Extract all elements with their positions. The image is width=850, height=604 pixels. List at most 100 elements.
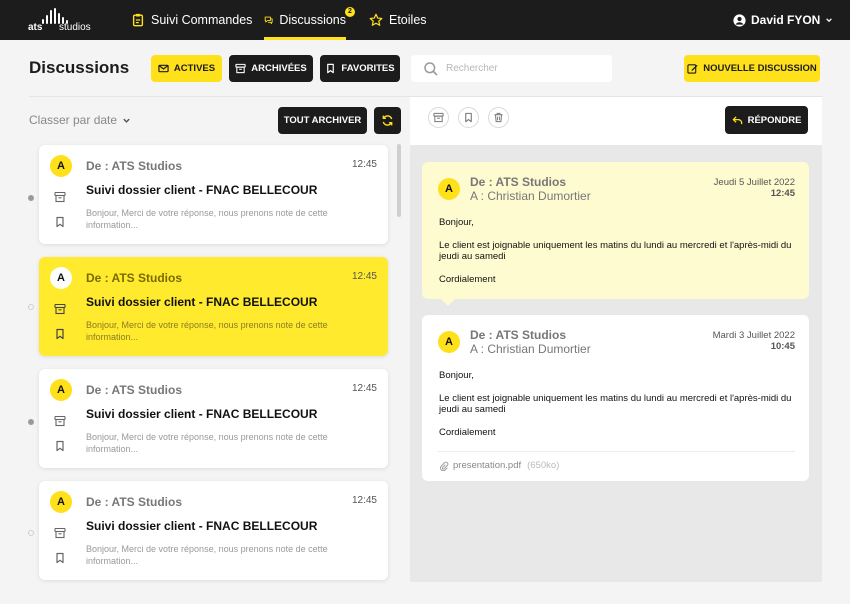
- ats-studios-logo[interactable]: ats studios: [28, 8, 98, 34]
- read-indicator: [28, 530, 34, 536]
- active-nav-indicator: [264, 37, 346, 40]
- logo-text-bold: ats: [28, 22, 43, 33]
- list-scrollbar[interactable]: [397, 144, 401, 217]
- message-from: De : ATS Studios: [470, 328, 566, 342]
- attachment-divider: [438, 451, 795, 452]
- list-item-time: 12:45: [351, 495, 377, 506]
- bookmark-icon: [465, 112, 472, 123]
- avatar: A: [438, 178, 460, 200]
- bookmark-icon[interactable]: [54, 552, 66, 564]
- archive-icon[interactable]: [54, 303, 66, 315]
- message-body: Bonjour, Le client est joignable uniquem…: [439, 217, 799, 296]
- attachment-link[interactable]: presentation.pdf (650ko): [439, 460, 559, 471]
- bookmark-icon[interactable]: [54, 216, 66, 228]
- message-line: Le client est joignable uniquement les m…: [439, 239, 792, 263]
- message-bubble-tail: [441, 299, 455, 306]
- bookmark-conversation-button[interactable]: [458, 107, 479, 128]
- filter-actives-button[interactable]: ACTIVES: [151, 55, 222, 82]
- filter-favorites-button[interactable]: FAVORITES: [320, 55, 400, 82]
- list-item-preview: Bonjour, Merci de votre réponse, nous pr…: [86, 544, 328, 566]
- bookmark-icon[interactable]: [54, 440, 66, 452]
- delete-conversation-button[interactable]: [488, 107, 509, 128]
- nav-item-suivi-commandes[interactable]: Suivi Commandes: [131, 0, 252, 40]
- new-discussion-button[interactable]: NOUVELLE DISCUSSION: [684, 55, 820, 82]
- sort-label: Classer par date: [29, 113, 118, 127]
- refresh-button[interactable]: [374, 107, 401, 134]
- chevron-down-icon: [826, 18, 833, 23]
- archive-icon: [433, 112, 444, 123]
- list-item-preview: Bonjour, Merci de votre réponse, nous pr…: [86, 320, 328, 342]
- reply-button[interactable]: RÉPONDRE: [725, 106, 808, 134]
- message-line: Bonjour,: [439, 370, 474, 381]
- refresh-icon: [382, 115, 393, 126]
- clipboard-icon: [132, 13, 144, 27]
- archive-icon[interactable]: [54, 415, 66, 427]
- filter-actives-label: ACTIVES: [173, 63, 216, 74]
- page-title: Discussions: [29, 58, 130, 77]
- unread-indicator: [28, 419, 34, 425]
- chevron-down-icon: [123, 118, 130, 123]
- message-time: 10:45: [770, 341, 795, 352]
- nav-item-discussions[interactable]: Discussions: [264, 0, 346, 40]
- nav-item-label: Etoiles: [389, 13, 427, 27]
- message-date: Mardi 3 Juillet 2022: [712, 330, 795, 341]
- user-menu[interactable]: David FYON: [733, 0, 833, 40]
- new-discussion-label: NOUVELLE DISCUSSION: [703, 63, 817, 74]
- list-item-from: De : ATS Studios: [86, 383, 182, 397]
- list-item-time: 12:45: [351, 383, 377, 394]
- message-body: Bonjour, Le client est joignable uniquem…: [439, 370, 799, 449]
- avatar: A: [50, 491, 72, 513]
- list-item-from: De : ATS Studios: [86, 159, 182, 173]
- list-item-preview: Bonjour, Merci de votre réponse, nous pr…: [86, 432, 328, 454]
- archive-all-label: TOUT ARCHIVER: [283, 115, 362, 126]
- archive-conversation-button[interactable]: [428, 107, 449, 128]
- message-to: A : Christian Dumortier: [470, 342, 591, 356]
- filter-archivees-button[interactable]: ARCHIVÉES: [229, 55, 313, 82]
- archive-all-button[interactable]: TOUT ARCHIVER: [278, 107, 367, 134]
- search-box[interactable]: [411, 55, 612, 82]
- list-item-subject: Suivi dossier client - FNAC BELLECOUR: [86, 407, 318, 421]
- archive-icon[interactable]: [54, 527, 66, 539]
- nav-item-etoiles[interactable]: Etoiles: [369, 0, 427, 40]
- list-item-from: De : ATS Studios: [86, 495, 182, 509]
- message-line: Cordialement: [439, 273, 496, 285]
- message-card: A De : ATS Studios A : Christian Dumorti…: [422, 315, 809, 481]
- list-item[interactable]: A De : ATS Studios 12:45 Suivi dossier c…: [39, 369, 388, 468]
- list-item[interactable]: A De : ATS Studios 12:45 Suivi dossier c…: [39, 145, 388, 244]
- filter-favorites-label: FAVORITES: [341, 63, 395, 74]
- list-item-subject: Suivi dossier client - FNAC BELLECOUR: [86, 183, 318, 197]
- avatar: A: [50, 379, 72, 401]
- bookmark-icon: [327, 63, 335, 74]
- archive-icon[interactable]: [54, 191, 66, 203]
- list-item[interactable]: A De : ATS Studios 12:45 Suivi dossier c…: [39, 481, 388, 580]
- paperclip-icon: [440, 461, 449, 471]
- list-item-time: 12:45: [351, 271, 377, 282]
- reply-label: RÉPONDRE: [747, 114, 802, 126]
- archive-icon: [235, 63, 246, 74]
- reply-icon: [732, 115, 742, 124]
- sort-dropdown[interactable]: Classer par date: [29, 113, 131, 127]
- search-icon: [424, 61, 438, 76]
- search-input[interactable]: [446, 63, 606, 74]
- message-line: Le client est joignable uniquement les m…: [439, 392, 792, 416]
- discussions-count-badge: 2: [345, 7, 355, 17]
- attachment-name: presentation.pdf: [453, 460, 522, 471]
- list-item-selected[interactable]: A De : ATS Studios 12:45 Suivi dossier c…: [39, 257, 388, 356]
- message-from: De : ATS Studios: [470, 175, 566, 189]
- message-line: Cordialement: [439, 426, 496, 438]
- trash-icon: [494, 112, 503, 123]
- bookmark-icon[interactable]: [54, 328, 66, 340]
- message-time: 12:45: [770, 188, 795, 199]
- user-avatar-icon: [733, 13, 746, 27]
- star-icon: [369, 13, 383, 26]
- message-date: Jeudi 5 Juillet 2022: [713, 177, 795, 188]
- nav-item-label: Suivi Commandes: [151, 13, 253, 27]
- read-indicator: [28, 304, 34, 310]
- list-item-time: 12:45: [351, 159, 377, 170]
- unread-indicator: [28, 195, 34, 201]
- filter-archivees-label: ARCHIVÉES: [251, 63, 307, 74]
- chat-icon: [264, 16, 273, 24]
- message-to: A : Christian Dumortier: [470, 189, 591, 203]
- list-item-from: De : ATS Studios: [86, 271, 182, 285]
- list-item-preview: Bonjour, Merci de votre réponse, nous pr…: [86, 208, 328, 230]
